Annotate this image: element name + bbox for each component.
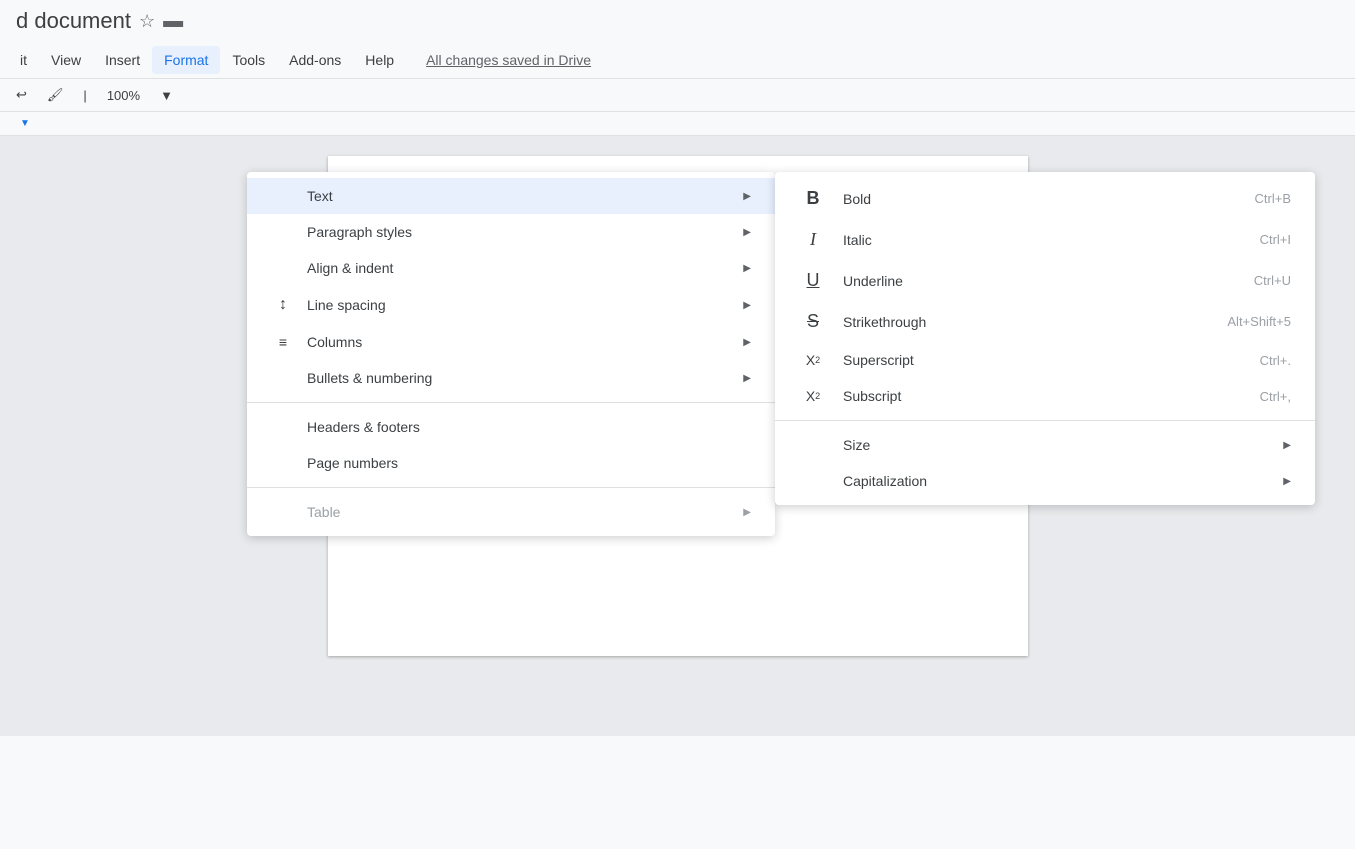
submenu-bold[interactable]: B Bold Ctrl+B: [775, 178, 1315, 219]
submenu-divider: [775, 420, 1315, 421]
format-menu-bullets[interactable]: Bullets & numbering ▶: [247, 360, 775, 396]
toolbar: ↩ 🖌 | 100% ▼: [0, 79, 1355, 112]
text-submenu: B Bold Ctrl+B I Italic Ctrl+I U Underlin…: [775, 172, 1315, 505]
submenu-bold-label: Bold: [843, 191, 871, 207]
ruler: ▼: [0, 112, 1355, 136]
menu-bar: it View Insert Format Tools Add-ons Help…: [0, 42, 1355, 79]
toolbar-separator: |: [75, 84, 94, 107]
divider-2: [247, 487, 775, 488]
italic-icon: I: [799, 229, 827, 250]
submenu-italic[interactable]: I Italic Ctrl+I: [775, 219, 1315, 260]
star-icon[interactable]: ☆: [139, 11, 155, 32]
top-bar: d document ☆ ▬: [0, 0, 1355, 42]
submenu-strikethrough[interactable]: S Strikethrough Alt+Shift+5: [775, 301, 1315, 342]
doc-title: d document: [16, 8, 131, 34]
format-menu-columns[interactable]: ≡ Columns ▶: [247, 324, 775, 360]
menu-item-view[interactable]: View: [39, 46, 93, 74]
submenu-size[interactable]: Size ▶: [775, 427, 1315, 463]
menu-item-addons[interactable]: Add-ons: [277, 46, 353, 74]
format-menu-paragraph[interactable]: Paragraph styles ▶: [247, 214, 775, 250]
format-menu-table[interactable]: Table ▶: [247, 494, 775, 530]
linespacing-icon: ↕: [271, 296, 295, 314]
format-paragraph-label: Paragraph styles: [307, 224, 412, 240]
format-menu-align[interactable]: Align & indent ▶: [247, 250, 775, 286]
submenu-superscript-label: Superscript: [843, 352, 914, 368]
menu-item-format[interactable]: Format: [152, 46, 220, 74]
zoom-display: 100%: [99, 84, 148, 107]
format-bullets-label: Bullets & numbering: [307, 370, 432, 386]
underline-shortcut: Ctrl+U: [1254, 273, 1291, 288]
superscript-shortcut: Ctrl+.: [1260, 353, 1291, 368]
format-menu-headers[interactable]: Headers & footers: [247, 409, 775, 445]
columns-icon: ≡: [271, 334, 295, 350]
subscript-shortcut: Ctrl+,: [1260, 389, 1291, 404]
columns-arrow-icon: ▶: [743, 337, 751, 348]
text-arrow-icon: ▶: [743, 191, 751, 202]
toolbar-undo[interactable]: ↩: [8, 83, 35, 107]
size-arrow-icon: ▶: [1283, 440, 1291, 451]
capitalization-arrow-icon: ▶: [1283, 476, 1291, 487]
submenu-subscript[interactable]: X2 Subscript Ctrl+,: [775, 378, 1315, 414]
superscript-icon: X2: [799, 352, 827, 368]
format-pagenumbers-label: Page numbers: [307, 455, 398, 471]
format-linespacing-label: Line spacing: [307, 297, 386, 313]
submenu-strikethrough-label: Strikethrough: [843, 314, 926, 330]
format-dropdown: Text ▶ Paragraph styles ▶ Align & indent…: [247, 172, 775, 536]
bold-shortcut: Ctrl+B: [1255, 191, 1291, 206]
submenu-superscript[interactable]: X2 Superscript Ctrl+.: [775, 342, 1315, 378]
toolbar-paint[interactable]: 🖌: [39, 83, 72, 107]
bullets-arrow-icon: ▶: [743, 373, 751, 384]
table-arrow-icon: ▶: [743, 507, 751, 518]
paragraph-arrow-icon: ▶: [743, 227, 751, 238]
underline-icon: U: [799, 270, 827, 291]
submenu-subscript-label: Subscript: [843, 388, 901, 404]
format-headers-label: Headers & footers: [307, 419, 420, 435]
strikethrough-icon: S: [799, 311, 827, 332]
format-menu-linespacing[interactable]: ↕ Line spacing ▶: [247, 286, 775, 324]
submenu-underline[interactable]: U Underline Ctrl+U: [775, 260, 1315, 301]
save-status: All changes saved in Drive: [426, 52, 591, 68]
subscript-icon: X2: [799, 388, 827, 404]
format-menu-text[interactable]: Text ▶: [247, 178, 775, 214]
menu-item-tools[interactable]: Tools: [220, 46, 277, 74]
submenu-italic-label: Italic: [843, 232, 872, 248]
format-menu-pagenumbers[interactable]: Page numbers: [247, 445, 775, 481]
doc-area: X3| Text ▶ Paragraph styles ▶ Align & in…: [0, 136, 1355, 736]
zoom-dropdown[interactable]: ▼: [152, 84, 181, 107]
format-columns-label: Columns: [307, 334, 362, 350]
ruler-indicator: ▼: [20, 118, 30, 129]
strikethrough-shortcut: Alt+Shift+5: [1227, 314, 1291, 329]
bold-icon: B: [799, 188, 827, 209]
submenu-capitalization[interactable]: Capitalization ▶: [775, 463, 1315, 499]
submenu-size-label: Size: [843, 437, 870, 453]
menu-item-edit[interactable]: it: [8, 46, 39, 74]
format-align-label: Align & indent: [307, 260, 393, 276]
divider-1: [247, 402, 775, 403]
linespacing-arrow-icon: ▶: [743, 300, 751, 311]
submenu-capitalization-label: Capitalization: [843, 473, 927, 489]
submenu-underline-label: Underline: [843, 273, 903, 289]
align-arrow-icon: ▶: [743, 263, 751, 274]
format-table-label: Table: [307, 504, 340, 520]
format-text-label: Text: [307, 188, 333, 204]
folder-icon[interactable]: ▬: [163, 10, 183, 33]
italic-shortcut: Ctrl+I: [1260, 232, 1291, 247]
menu-item-help[interactable]: Help: [353, 46, 406, 74]
menu-item-insert[interactable]: Insert: [93, 46, 152, 74]
